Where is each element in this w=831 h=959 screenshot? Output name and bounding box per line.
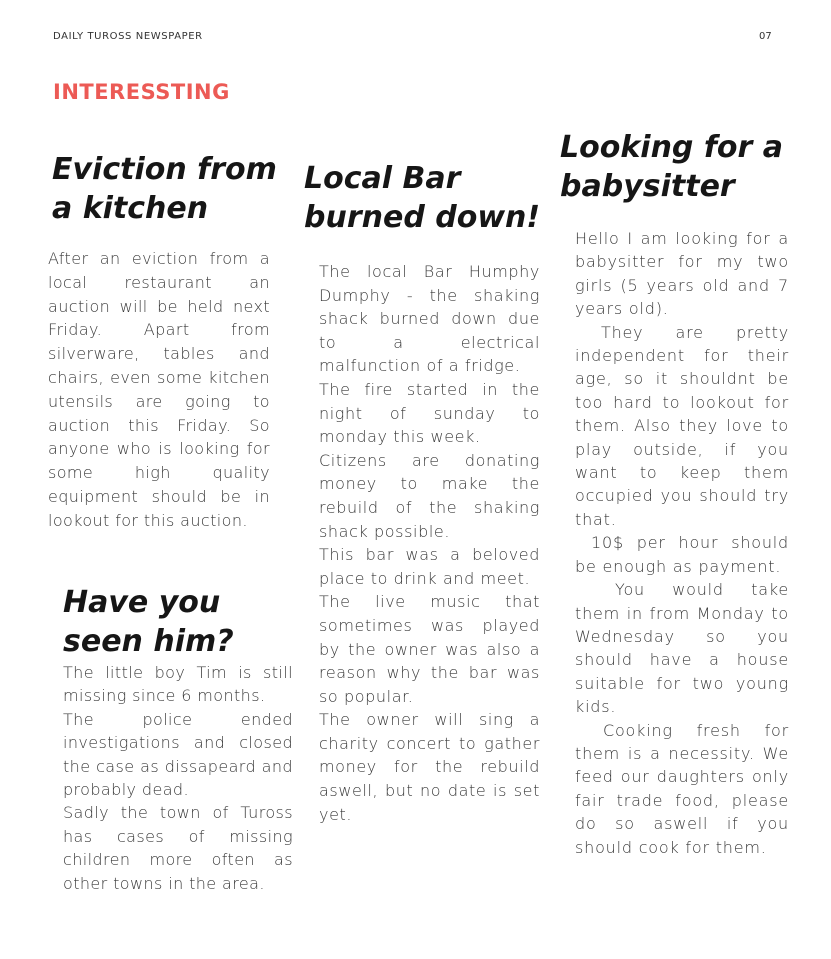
section-title: INTERESSTING (53, 80, 230, 104)
bar-paragraph: The fire started in the night of sunday … (319, 379, 540, 447)
babysitter-paragraph: Hello I am looking for a babysitter for … (575, 229, 789, 319)
bar-paragraph: The owner will sing a charity concert to… (319, 710, 540, 824)
babysitter-body: Hello I am looking for a babysitter for … (575, 227, 789, 859)
publication-name: DAILY TUROSS NEWSPAPER (53, 31, 203, 42)
bar-body: The local Bar Humphy Dumphy - the shakin… (319, 260, 540, 826)
babysitter-paragraph: They are pretty independent for their ag… (575, 322, 789, 529)
page-number: 07 (759, 31, 772, 42)
eviction-paragraph: After an eviction from a local restauran… (48, 249, 270, 530)
missing-paragraph: The little boy Tim is still missing sinc… (63, 663, 293, 706)
missing-paragraph: Sadly the town of Tuross has cases of mi… (63, 803, 293, 893)
babysitter-paragraph: You would take them in from Monday to We… (575, 580, 789, 717)
bar-paragraph: The local Bar Humphy Dumphy - the shakin… (319, 262, 540, 376)
babysitter-paragraph: Cooking fresh for them is a necessity. W… (575, 720, 789, 857)
eviction-body: After an eviction from a local restauran… (48, 247, 270, 533)
missing-headline: Have you seen him? (63, 585, 234, 659)
missing-paragraph: The police ended investigations and clos… (63, 709, 293, 800)
babysitter-headline: Looking for a babysitter (560, 130, 783, 204)
missing-body: The little boy Tim is still missing sinc… (63, 661, 293, 895)
bar-paragraph: The live music that sometimes was played… (319, 592, 540, 706)
bar-paragraph: Citizens are donating money to make the … (319, 450, 540, 541)
bar-paragraph: This bar was a beloved place to drink an… (319, 545, 540, 588)
eviction-headline: Eviction from a kitchen (52, 152, 277, 226)
bar-headline: Local Bar burned down! (304, 161, 541, 235)
babysitter-paragraph: 10$ per hour should be enough as payment… (575, 533, 789, 576)
